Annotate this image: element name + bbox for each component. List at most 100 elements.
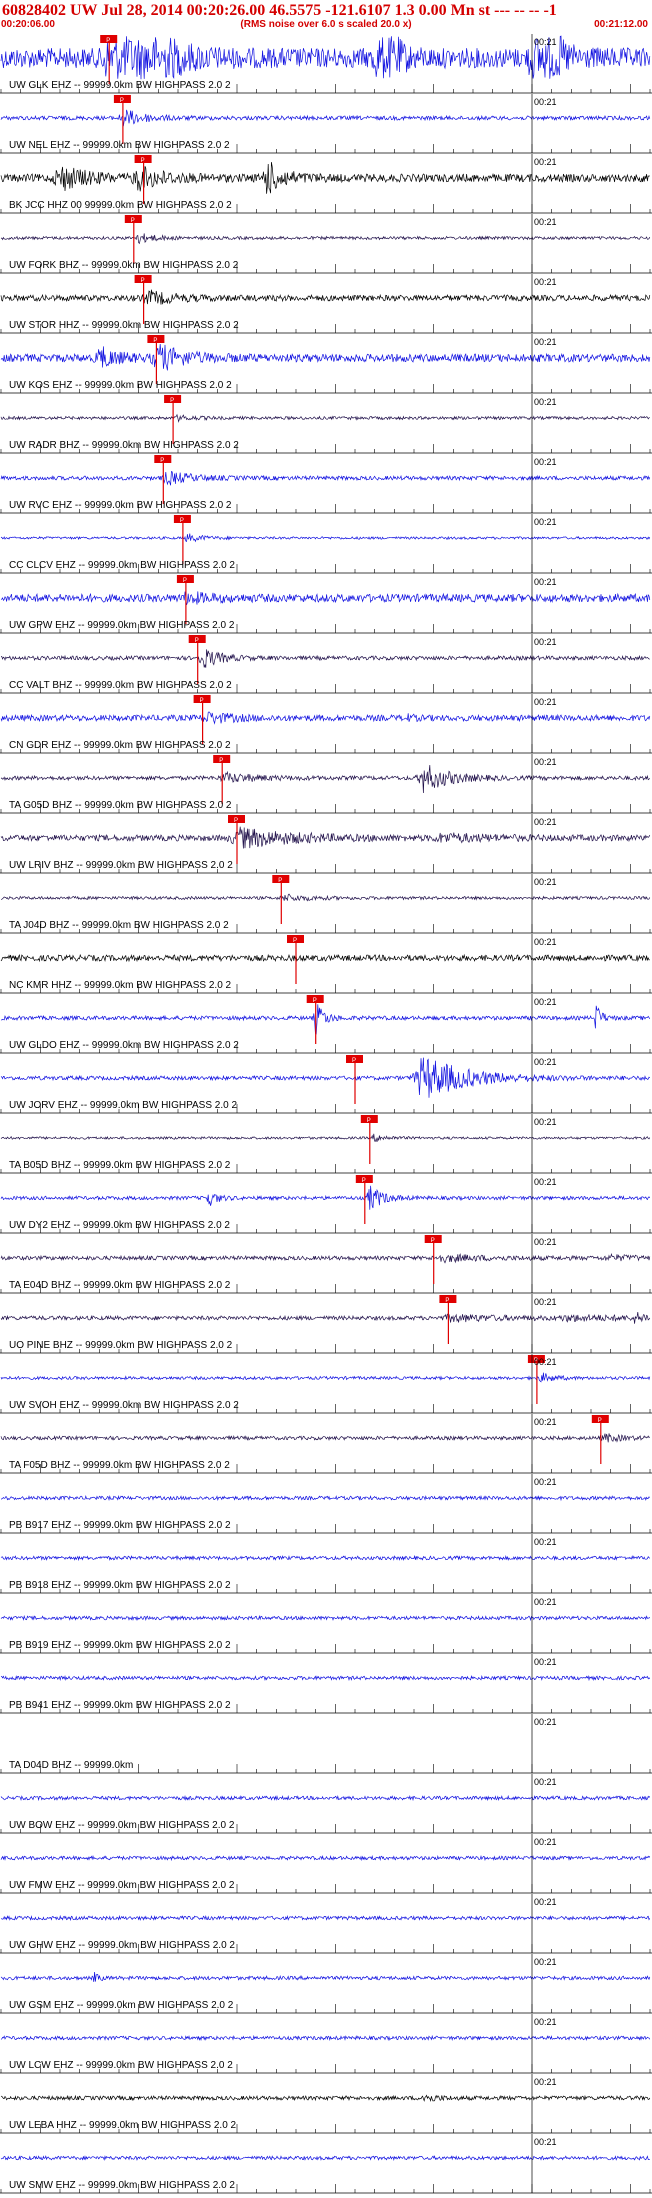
waveform-trace	[1, 893, 651, 902]
waveform-trace	[0, 953, 650, 963]
minute-label: 00:21	[534, 1417, 557, 1427]
channel-label: UW FMW EHZ -- 99999.0km BW HIGHPASS 2.0 …	[9, 1880, 235, 1891]
channel-label: TA E04D BHZ -- 99999.0km BW HIGHPASS 2.0…	[9, 1280, 231, 1291]
waveform-trace	[0, 1372, 651, 1383]
waveform-trace	[0, 591, 651, 606]
waveform-trace	[0, 1253, 651, 1264]
channel-label: UW KOS EHZ -- 99999.0km BW HIGHPASS 2.0 …	[9, 380, 232, 391]
minute-label: 00:21	[534, 1897, 557, 1907]
channel-label: BK JCC HHZ 00 99999.0km BW HIGHPASS 2.0 …	[9, 200, 232, 211]
channel-label: UW FORK BHZ -- 99999.0km BW HIGHPASS 2.0…	[9, 260, 239, 271]
channel-label: TA F05D BHZ -- 99999.0km BW HIGHPASS 2.0…	[9, 1460, 230, 1471]
trace-panel: 00:21 UW FMW EHZ -- 99999.0km BW HIGHPASS…	[0, 1834, 652, 1894]
channel-label: TA D04D BHZ -- 99999.0km	[9, 1760, 133, 1771]
channel-label: UW GPW EHZ -- 99999.0km BW HIGHPASS 2.0 …	[9, 620, 235, 631]
waveform-trace	[0, 470, 651, 486]
minute-label: 00:21	[534, 337, 557, 347]
channel-label: UO PINE BHZ -- 99999.0km BW HIGHPASS 2.0…	[9, 1340, 233, 1351]
waveform-trace	[0, 1674, 651, 1682]
channel-label: UW LCW EHZ -- 99999.0km BW HIGHPASS 2.0 …	[9, 2060, 233, 2071]
channel-label: UW RVC EHZ -- 99999.0km BW HIGHPASS 2.0 …	[9, 500, 232, 511]
minute-label: 00:21	[534, 1597, 557, 1607]
minute-label: 00:21	[534, 1957, 557, 1967]
minute-label: 00:21	[534, 1297, 557, 1307]
minute-label: 00:21	[534, 877, 557, 887]
minute-label: 00:21	[534, 277, 557, 287]
trace-panel: P00:21TA F05D BHZ -- 99999.0km BW HIGHPA…	[0, 1414, 652, 1474]
minute-label: 00:21	[534, 637, 557, 647]
trace-panel: 00:21 PB B918 EHZ -- 99999.0km BW HIGHPAS…	[0, 1534, 652, 1594]
waveform-trace	[0, 1971, 651, 1982]
minute-label: 00:21	[534, 997, 557, 1007]
channel-label: UW GLK EHZ -- 99999.0km BW HIGHPASS 2.0 …	[9, 80, 231, 91]
channel-label: UW BOW EHZ -- 99999.0km BW HIGHPASS 2.0 …	[9, 1820, 235, 1831]
trace-panel: P 00:21UW STOR HHZ -- 99999.0km BW HIGHPA…	[0, 274, 652, 334]
trace-panel: P 00:21TA E04D BHZ -- 99999.0km BW HIGHPA…	[0, 1234, 652, 1294]
minute-label: 00:21	[534, 577, 557, 587]
channel-label: UW GHW EHZ -- 99999.0km BW HIGHPASS 2.0 …	[9, 1940, 235, 1951]
trace-panel: 00:21 UW GHW EHZ -- 99999.0km BW HIGHPASS…	[0, 1894, 652, 1954]
trace-panel: P 00:21UW KOS EHZ -- 99999.0km BW HIGHPAS…	[0, 334, 652, 394]
channel-label: PB B917 EHZ -- 99999.0km BW HIGHPASS 2.0…	[9, 1520, 231, 1531]
channel-label: UW SMW EHZ -- 99999.0km BW HIGHPASS 2.0 …	[9, 2180, 235, 2191]
waveform-trace	[0, 413, 650, 423]
plot-header: 60828402 UW Jul 28, 2014 00:20:26.00 46.…	[0, 0, 652, 34]
minute-label: 00:21	[534, 1177, 557, 1187]
channel-label: UW JORV EHZ -- 99999.0km BW HIGHPASS 2.0…	[9, 1100, 237, 1111]
noise-scaling-note: (RMS noise over 6.0 s scaled 20.0 x)	[240, 19, 412, 30]
trace-panel: P 00:21UW GPW EHZ -- 99999.0km BW HIGHPAS…	[0, 574, 652, 634]
waveform-trace	[0, 233, 651, 245]
minute-label: 00:21	[534, 937, 557, 947]
trace-panel: P 00:21CC CLCV EHZ -- 99999.0km BW HIGHPA…	[0, 514, 652, 574]
waveform-trace	[0, 2094, 651, 2103]
waveform-trace	[0, 1794, 651, 1802]
minute-label: 00:21	[534, 457, 557, 467]
minute-label: 00:21	[534, 697, 557, 707]
minute-label: 00:21	[534, 1477, 557, 1487]
end-time-label: 00:21:12.00	[594, 19, 648, 30]
trace-panel: P 00:21UW GLDO EHZ -- 99999.0km BW HIGHPA…	[0, 994, 652, 1054]
trace-panel: P 00:21UW JORV EHZ -- 99999.0km BW HIGHPA…	[0, 1054, 652, 1114]
trace-panel: P 00:21UW RVC EHZ -- 99999.0km BW HIGHPAS…	[0, 454, 652, 514]
trace-panel: P 00:21UW LRIV BHZ -- 99999.0km BW HIGHPA…	[0, 814, 652, 874]
waveform-trace	[0, 109, 651, 127]
trace-panel: 00:21 UW SMW EHZ -- 99999.0km BW HIGHPASS…	[0, 2134, 652, 2194]
waveform-trace	[0, 1185, 651, 1210]
trace-panel: 00:21 UW BOW EHZ -- 99999.0km BW HIGHPASS…	[0, 1774, 652, 1834]
trace-panel: P 00:21UW GLK EHZ -- 99999.0km BW HIGHPAS…	[0, 34, 652, 94]
channel-label: UW DY2 EHZ -- 99999.0km BW HIGHPASS 2.0 …	[9, 1220, 230, 1231]
minute-label: 00:21	[534, 1537, 557, 1547]
waveform-trace	[0, 2034, 651, 2042]
trace-panel: P00:21UW SVOH EHZ -- 99999.0km BW HIGHPA…	[0, 1354, 652, 1414]
minute-label: 00:21	[534, 1717, 557, 1727]
trace-panel: P 00:21UW DY2 EHZ -- 99999.0km BW HIGHPAS…	[0, 1174, 652, 1234]
trace-panel: 00:21 PB B941 EHZ -- 99999.0km BW HIGHPAS…	[0, 1654, 652, 1714]
channel-label: UW RADR BHZ -- 99999.0km BW HIGHPASS 2.0…	[9, 440, 239, 451]
channel-label: PB B941 EHZ -- 99999.0km BW HIGHPASS 2.0…	[9, 1700, 231, 1711]
trace-panel: 00:21 UW LCW EHZ -- 99999.0km BW HIGHPASS…	[0, 2014, 652, 2074]
channel-label: CC VALT BHZ -- 99999.0km BW HIGHPASS 2.0…	[9, 680, 232, 691]
waveform-trace	[0, 289, 651, 305]
channel-label: TA J04D BHZ -- 99999.0km BW HIGHPASS 2.0…	[9, 920, 229, 931]
channel-label: UW SVOH EHZ -- 99999.0km BW HIGHPASS 2.0…	[9, 1400, 239, 1411]
channel-label: TA B05D BHZ -- 99999.0km BW HIGHPASS 2.0…	[9, 1160, 231, 1171]
channel-label: PB B918 EHZ -- 99999.0km BW HIGHPASS 2.0…	[9, 1580, 231, 1591]
channel-label: CC CLCV EHZ -- 99999.0km BW HIGHPASS 2.0…	[9, 560, 235, 571]
channel-label: NC KMR HHZ -- 99999.0km BW HIGHPASS 2.0 …	[9, 980, 232, 991]
trace-panel: P 00:21UO PINE BHZ -- 99999.0km BW HIGHPA…	[0, 1294, 652, 1354]
channel-label: UW STOR HHZ -- 99999.0km BW HIGHPASS 2.0…	[9, 320, 239, 331]
channel-label: CN GDR EHZ -- 99999.0km BW HIGHPASS 2.0 …	[9, 740, 231, 751]
trace-panel: 00:21 TA D04D BHZ -- 99999.0km	[0, 1714, 652, 1774]
minute-label: 00:21	[534, 37, 557, 47]
waveform-trace	[0, 2155, 650, 2161]
waveform-trace	[0, 1554, 651, 1562]
minute-label: 00:21	[534, 1117, 557, 1127]
waveform-trace	[0, 1433, 651, 1443]
channel-label: UW LRIV BHZ -- 99999.0km BW HIGHPASS 2.0…	[9, 860, 233, 871]
waveform-trace	[0, 343, 651, 371]
minute-label: 00:21	[534, 517, 557, 527]
waveform-trace	[0, 826, 651, 849]
event-title: 60828402 UW Jul 28, 2014 00:20:26.00 46.…	[2, 2, 557, 19]
minute-label: 00:21	[534, 2137, 557, 2147]
waveform-trace	[0, 764, 651, 794]
